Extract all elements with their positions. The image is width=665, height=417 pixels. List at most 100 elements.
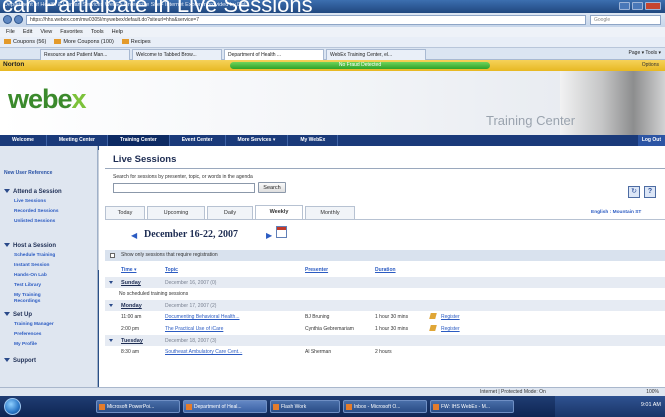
column-topic[interactable]: Topic <box>165 267 178 273</box>
nav-more-services[interactable]: More Services ▾ <box>226 135 289 146</box>
refresh-icon[interactable]: ↻ <box>628 186 640 198</box>
webex-logo[interactable]: webex <box>8 84 87 115</box>
next-week-icon[interactable]: ▶ <box>266 231 272 240</box>
section-title: Set Up <box>13 312 33 318</box>
nav-instant-session[interactable]: Instant Session <box>14 263 49 269</box>
section-support[interactable]: Support <box>4 358 36 364</box>
taskbar-item[interactable]: FW: IHS WebEx - M... <box>430 400 514 413</box>
session-search-input[interactable] <box>113 183 255 193</box>
tab-weekly[interactable]: Weekly <box>255 205 303 219</box>
link-recipes[interactable]: Recipes <box>121 37 151 47</box>
nav-welcome[interactable]: Welcome <box>0 135 47 146</box>
register-link[interactable]: Register <box>441 314 460 320</box>
tab-monthly[interactable]: Monthly <box>305 206 355 219</box>
session-topic-link[interactable]: The Practical Use of iCare <box>165 326 223 332</box>
nav-live-sessions[interactable]: Live Sessions <box>14 199 46 205</box>
expand-icon <box>4 358 10 363</box>
nav-event-center[interactable]: Event Center <box>170 135 226 146</box>
link-more-coupons[interactable]: More Coupons (100) <box>54 37 114 47</box>
browser-tab-strip: Resource and Patient Man... Welcome to T… <box>0 48 665 60</box>
menu-edit[interactable]: Edit <box>23 27 32 37</box>
day-header-monday[interactable]: Monday December 17, 2007 (2) <box>105 300 665 311</box>
session-topic-link[interactable]: Southeast Ambulatory Care Cent... <box>165 349 242 355</box>
taskbar-item[interactable]: Microsoft PowerPoi... <box>96 400 180 413</box>
tab-divider <box>105 219 665 220</box>
link-coupons[interactable]: Coupons (56) <box>4 37 46 47</box>
previous-week-icon[interactable]: ◀ <box>131 231 137 240</box>
registration-checkbox[interactable] <box>110 253 115 258</box>
nav-hands-on-lab[interactable]: Hands-On Lab <box>14 273 47 279</box>
browser-search-field[interactable]: Google <box>590 15 661 25</box>
browser-status-bar: Internet | Protected Mode: On 100% <box>0 387 665 396</box>
left-navigation: New User Reference Attend a Session Live… <box>0 146 98 387</box>
webex-nav: Welcome Meeting Center Training Center E… <box>0 135 665 146</box>
day-header-tuesday[interactable]: Tuesday December 18, 2007 (3) <box>105 335 665 346</box>
section-host[interactable]: Host a Session <box>4 243 56 249</box>
section-title: Host a Session <box>13 243 57 249</box>
link-label: Recipes <box>130 39 151 45</box>
tab-daily[interactable]: Daily <box>207 206 253 219</box>
links-bar: Coupons (56) More Coupons (100) Recipes <box>0 37 665 48</box>
session-presenter: Cynthia Gebremariam <box>305 326 354 332</box>
taskbar: Microsoft PowerPoi... Department of Heal… <box>0 396 665 417</box>
url-field[interactable]: https://hhs.webex.com/mw0305l/mywebex/de… <box>26 15 586 25</box>
command-bar[interactable]: Page ▾ Tools ▾ <box>629 50 661 56</box>
norton-toolbar: Norton No Fraud Detected Options <box>0 60 665 71</box>
section-title: Attend a Session <box>13 189 62 195</box>
menu-favorites[interactable]: Favorites <box>60 27 83 37</box>
nav-test-library[interactable]: Test Library <box>14 283 41 289</box>
day-date: December 17, 2007 (2) <box>165 303 217 309</box>
column-presenter[interactable]: Presenter <box>305 267 328 273</box>
browser-tab[interactable]: Welcome to Tabbed Brow... <box>132 49 222 60</box>
expand-icon <box>4 189 10 194</box>
browser-tab[interactable]: WebEx Training Center, el... <box>326 49 426 60</box>
browser-tab-active[interactable]: Department of Health ... <box>224 49 324 60</box>
back-button[interactable] <box>3 15 12 24</box>
taskbar-item[interactable]: Inbox - Microsoft O... <box>343 400 427 413</box>
start-button[interactable] <box>4 398 21 415</box>
calendar-icon[interactable] <box>276 226 287 238</box>
session-topic-link[interactable]: Documenting Behavioral Health... <box>165 314 240 320</box>
taskbar-item[interactable]: Flash Work <box>270 400 340 413</box>
timezone-link[interactable]: English : Mountain ST <box>591 210 641 215</box>
help-icon[interactable]: ? <box>644 186 656 198</box>
forward-button[interactable] <box>14 15 23 24</box>
menu-view[interactable]: View <box>40 27 52 37</box>
column-duration[interactable]: Duration <box>375 267 396 273</box>
new-user-reference-link[interactable]: New User Reference <box>4 170 52 176</box>
session-row: 11:00 am Documenting Behavioral Health..… <box>105 311 665 322</box>
day-date: December 16, 2007 (0) <box>165 280 217 286</box>
security-zone[interactable]: Internet | Protected Mode: On <box>480 389 546 395</box>
nav-training-manager[interactable]: Training Manager <box>14 322 54 328</box>
nav-recorded-sessions[interactable]: Recorded Sessions <box>14 209 59 215</box>
nav-preferences[interactable]: Preferences <box>14 332 41 338</box>
nav-my-profile[interactable]: My Profile <box>14 342 37 348</box>
section-attend[interactable]: Attend a Session <box>4 189 62 195</box>
nav-my-webex[interactable]: My WebEx <box>288 135 339 146</box>
register-link[interactable]: Register <box>441 326 460 332</box>
zoom-level[interactable]: 100% <box>646 389 659 395</box>
header-photo <box>560 71 665 135</box>
column-time[interactable]: Time ▾ <box>121 267 136 273</box>
search-button[interactable]: Search <box>258 182 286 193</box>
menu-file[interactable]: File <box>6 27 15 37</box>
browser-tab[interactable]: Resource and Patient Man... <box>40 49 130 60</box>
tab-today[interactable]: Today <box>105 206 145 219</box>
nav-my-training-recordings[interactable]: My Training Recordings <box>14 293 64 304</box>
nav-unlisted-sessions[interactable]: Unlisted Sessions <box>14 219 55 225</box>
nav-training-center[interactable]: Training Center <box>108 135 170 146</box>
taskbar-item-active[interactable]: Department of Heal... <box>183 400 267 413</box>
tab-upcoming[interactable]: Upcoming <box>147 206 205 219</box>
session-presenter: Al Sherman <box>305 349 332 355</box>
empty-message: No scheduled training sessions <box>119 291 189 297</box>
menu-tools[interactable]: Tools <box>91 27 104 37</box>
clock[interactable]: 9:01 AM <box>641 402 661 408</box>
logout-button[interactable]: Log Out <box>637 135 665 146</box>
menu-help[interactable]: Help <box>112 27 123 37</box>
nav-schedule-training[interactable]: Schedule Training <box>14 253 55 259</box>
nav-meeting-center[interactable]: Meeting Center <box>47 135 108 146</box>
norton-options[interactable]: Options <box>642 62 659 68</box>
product-label: Training Center <box>486 113 576 128</box>
day-header-sunday[interactable]: Sunday December 16, 2007 (0) <box>105 277 665 288</box>
section-setup[interactable]: Set Up <box>4 312 32 318</box>
